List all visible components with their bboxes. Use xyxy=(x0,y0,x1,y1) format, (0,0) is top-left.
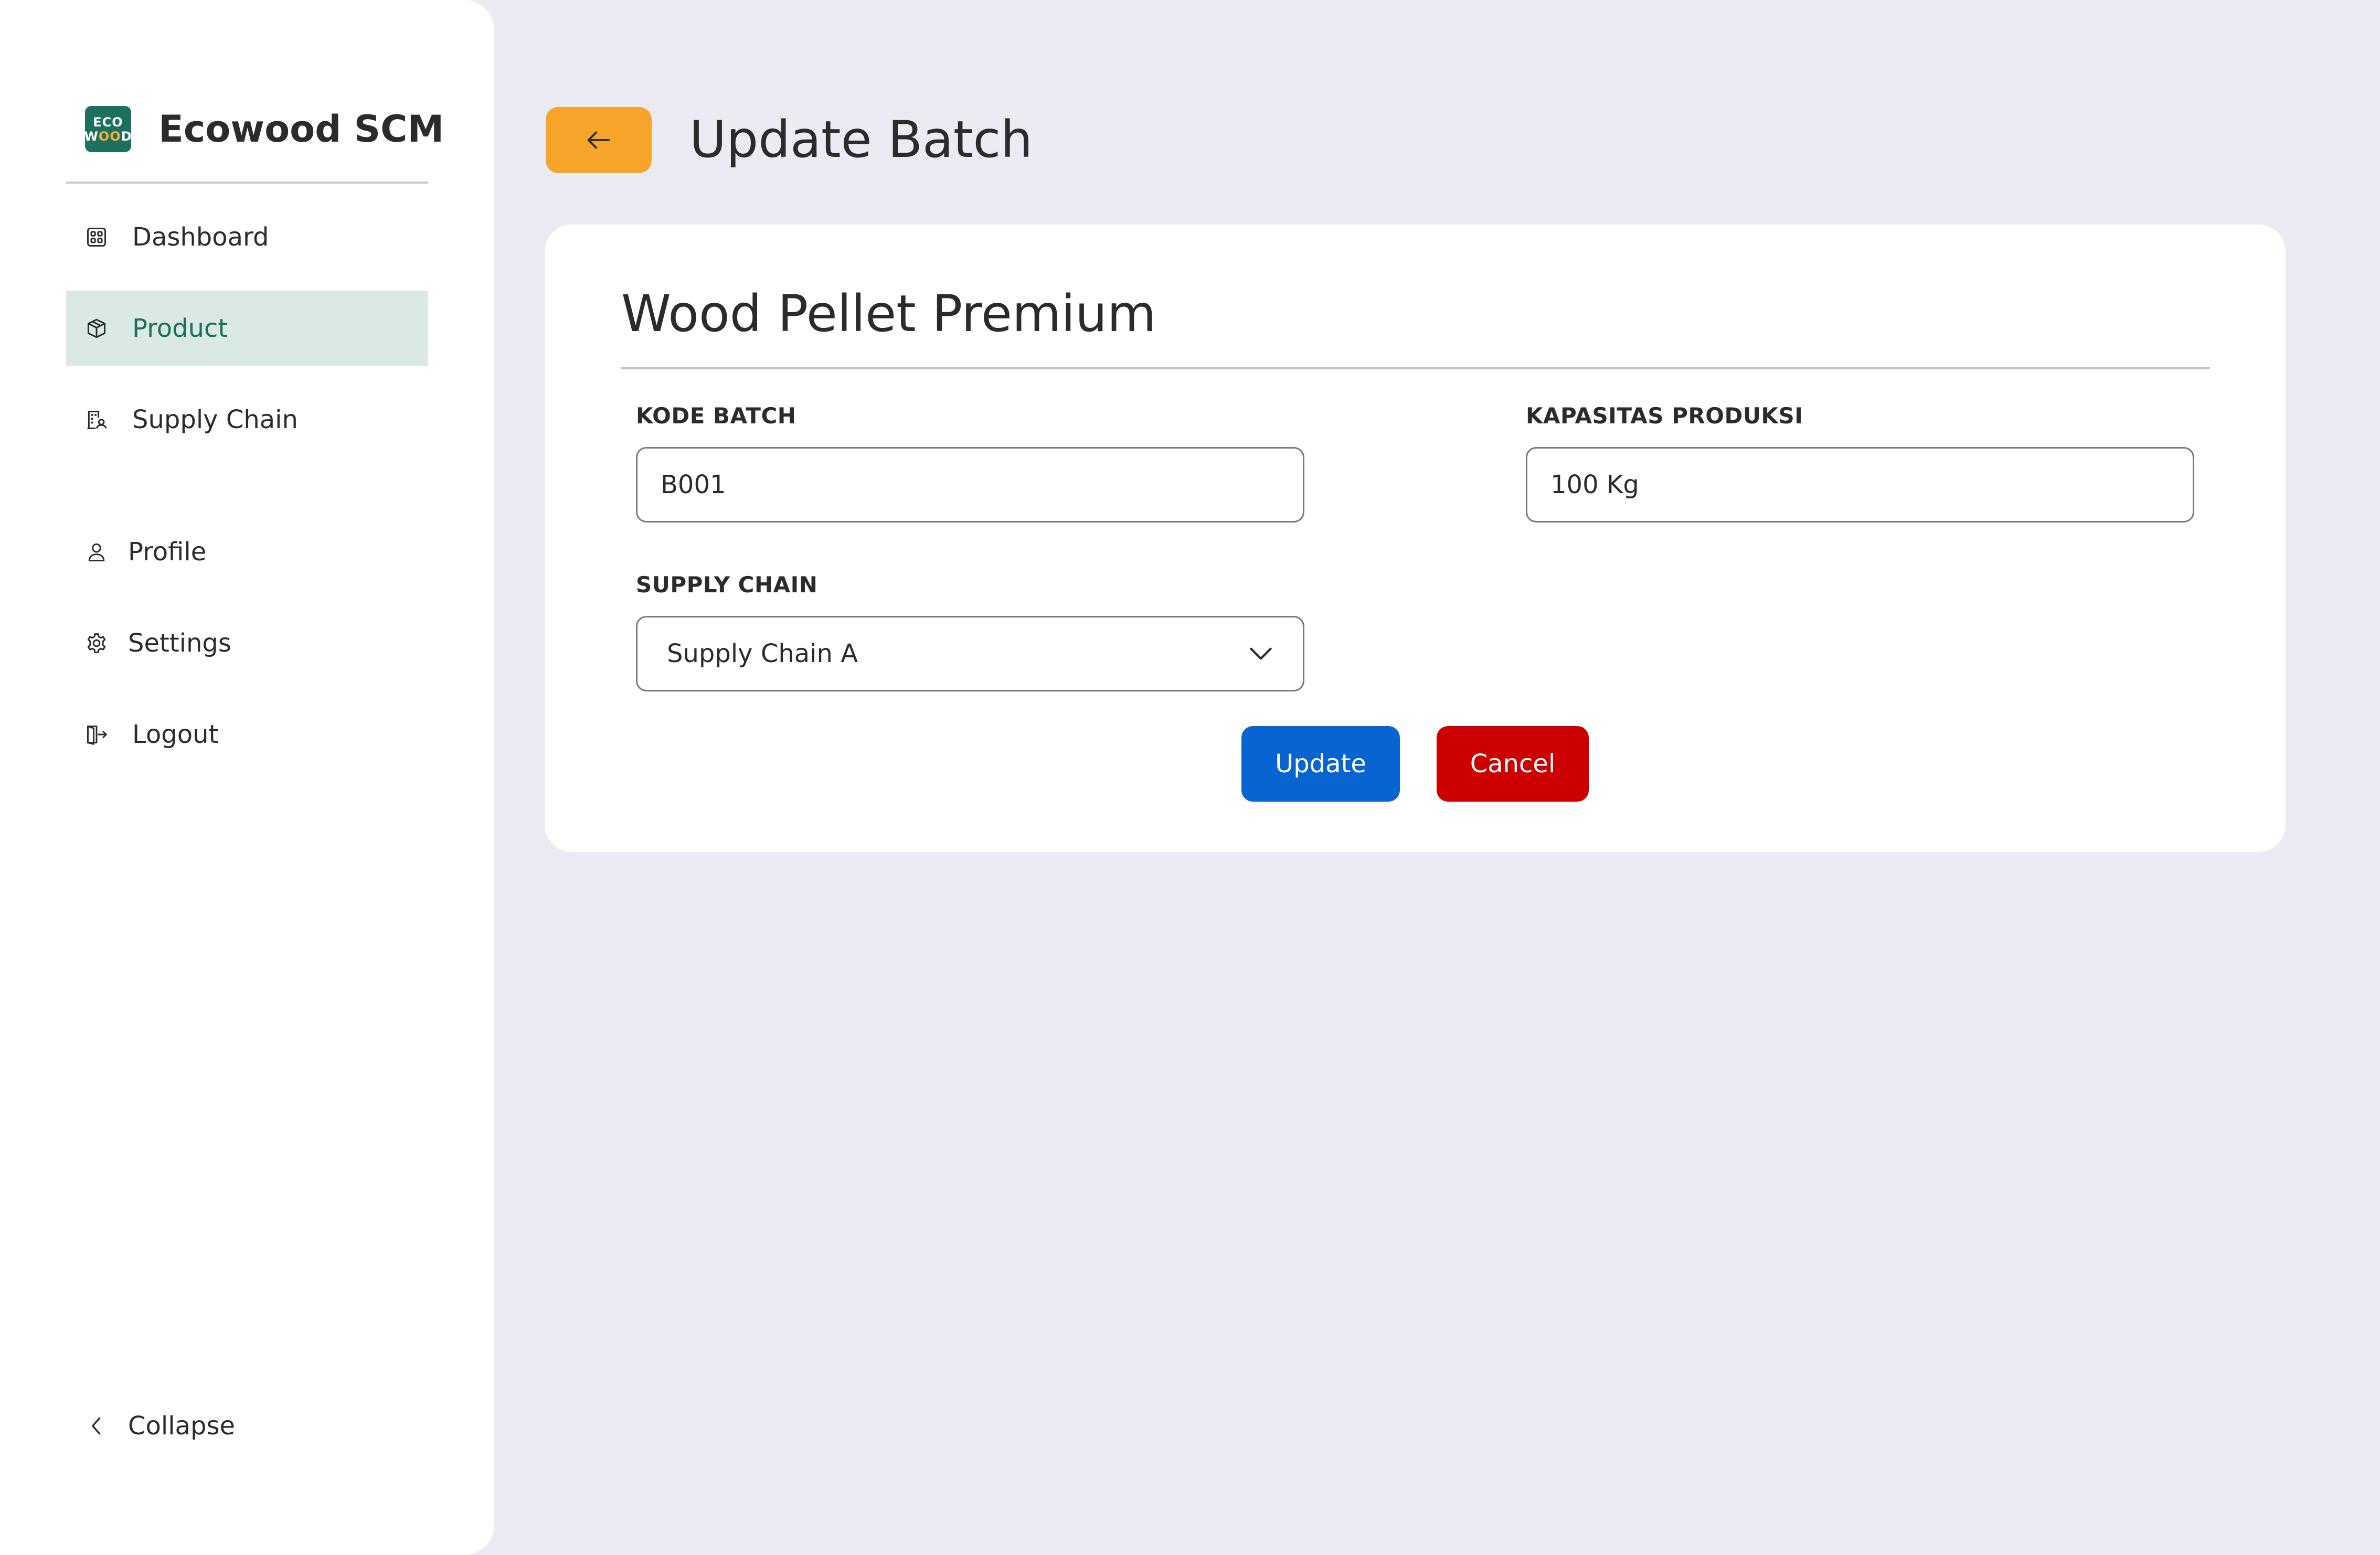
logout-icon xyxy=(83,721,110,748)
sidebar-item-label: Profile xyxy=(128,537,207,567)
chevron-down-icon xyxy=(1250,647,1272,660)
sidebar: ECO WOOD Ecowood SCM Dashboard Product S… xyxy=(0,0,494,1555)
kode-batch-input[interactable] xyxy=(636,447,1304,523)
sidebar-item-label: Logout xyxy=(132,720,219,749)
back-button[interactable] xyxy=(546,107,652,173)
collapse-label: Collapse xyxy=(128,1411,235,1441)
supply-chain-label: SUPPLY CHAIN xyxy=(636,572,818,598)
sidebar-item-logout[interactable]: Logout xyxy=(66,697,428,772)
logo-text-bottom: WOOD xyxy=(84,129,132,144)
chevron-left-icon xyxy=(83,1412,110,1440)
page-title: Update Batch xyxy=(689,110,1033,169)
supply-chain-select[interactable]: Supply Chain A xyxy=(636,616,1304,691)
sidebar-item-profile[interactable]: Profile xyxy=(66,514,428,590)
logo-text-top: ECO xyxy=(93,114,123,130)
gear-icon xyxy=(83,630,110,657)
sidebar-item-dashboard[interactable]: Dashboard xyxy=(66,199,428,275)
sidebar-item-settings[interactable]: Settings xyxy=(66,605,428,681)
ecowood-logo: ECO WOOD xyxy=(84,106,132,152)
kode-batch-label: KODE BATCH xyxy=(636,403,796,429)
update-batch-card: Wood Pellet Premium KODE BATCH KAPASITAS… xyxy=(545,225,2286,852)
brand: ECO WOOD Ecowood SCM xyxy=(84,105,444,153)
sidebar-item-label: Supply Chain xyxy=(132,405,298,434)
collapse-button[interactable]: Collapse xyxy=(66,1388,428,1464)
sidebar-item-label: Product xyxy=(132,314,228,343)
arrow-left-icon xyxy=(587,131,610,149)
sidebar-item-product[interactable]: Product xyxy=(66,291,428,366)
dashboard-grid-icon xyxy=(83,223,110,251)
box-icon xyxy=(83,315,110,342)
sidebar-item-supply-chain[interactable]: Supply Chain xyxy=(66,382,428,457)
kapasitas-produksi-label: KAPASITAS PRODUKSI xyxy=(1526,403,1803,429)
card-divider xyxy=(621,367,2210,369)
user-icon xyxy=(83,538,110,566)
building-icon xyxy=(83,406,110,433)
supply-chain-selected-value: Supply Chain A xyxy=(667,639,858,668)
update-button[interactable]: Update xyxy=(1241,726,1400,802)
brand-name: Ecowood SCM xyxy=(158,108,444,151)
brand-divider xyxy=(66,182,428,184)
product-name: Wood Pellet Premium xyxy=(621,284,1156,343)
kapasitas-produksi-input[interactable] xyxy=(1526,447,2194,523)
sidebar-item-label: Dashboard xyxy=(132,222,269,252)
cancel-button[interactable]: Cancel xyxy=(1437,726,1589,802)
sidebar-item-label: Settings xyxy=(128,629,231,658)
